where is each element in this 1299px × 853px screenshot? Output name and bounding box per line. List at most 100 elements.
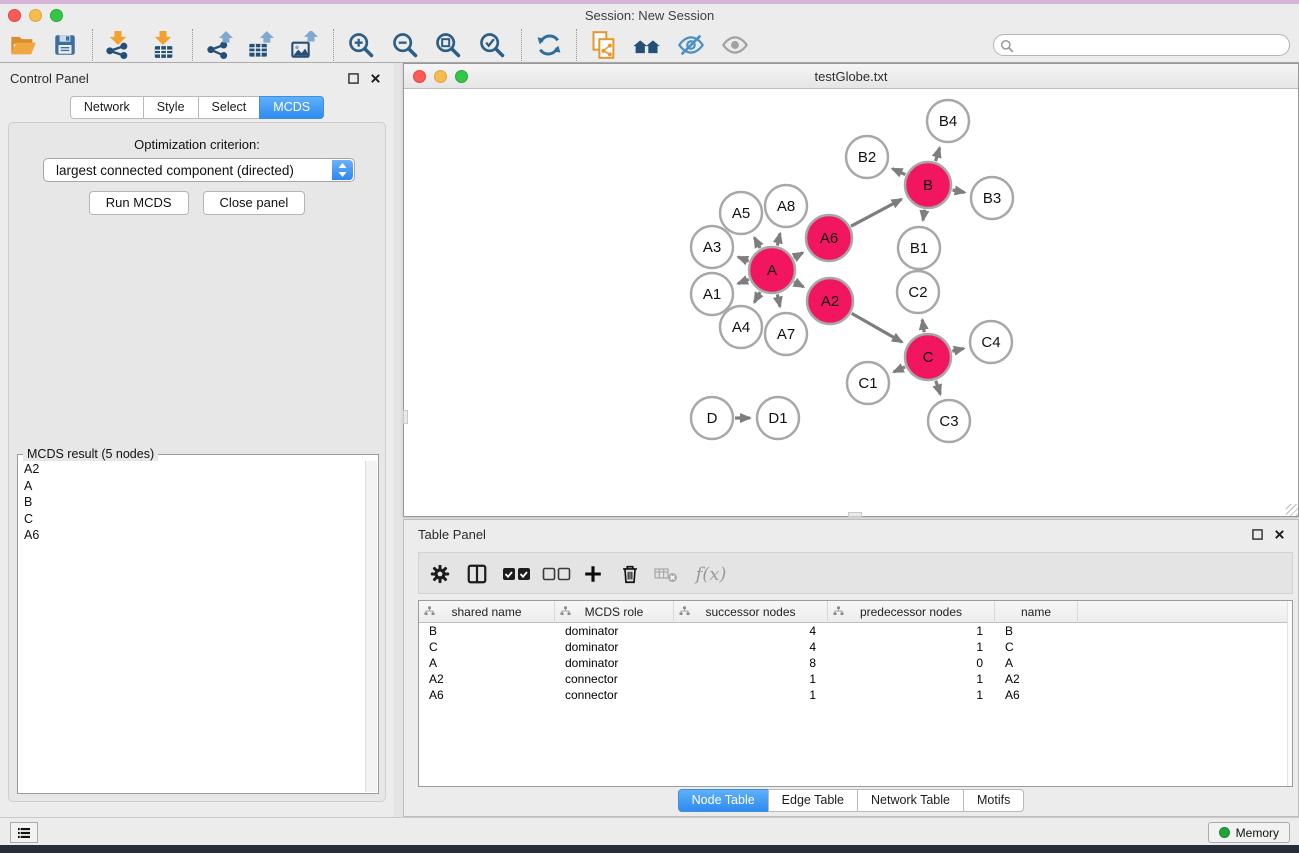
tab-node-table[interactable]: Node Table (678, 789, 769, 812)
column-header-successor-nodes[interactable]: successor nodes (674, 601, 828, 623)
float-panel-icon[interactable] (347, 72, 360, 85)
table-row[interactable]: Cdominator41C (419, 639, 1292, 655)
node-A6[interactable]: A6 (806, 215, 852, 261)
edge-A-A4[interactable] (754, 292, 760, 302)
mcds-result-item[interactable]: C (19, 511, 364, 528)
node-A5[interactable]: A5 (720, 192, 762, 234)
tab-network-table[interactable]: Network Table (857, 789, 964, 812)
deselect-all-icon[interactable] (541, 561, 573, 587)
function-builder-icon[interactable]: f(x) (691, 561, 731, 587)
node-C4[interactable]: C4 (970, 321, 1012, 363)
network-window-titlebar[interactable]: testGlobe.txt (404, 64, 1298, 89)
edge-A-A5[interactable] (754, 238, 760, 248)
split-panel-icon[interactable] (464, 561, 490, 587)
node-A1[interactable]: A1 (691, 273, 733, 315)
refresh-view-icon[interactable] (534, 30, 564, 60)
edge-C-C2[interactable] (922, 320, 924, 333)
table-row[interactable]: Bdominator41B (419, 623, 1292, 639)
node-D1[interactable]: D1 (757, 397, 799, 439)
zoom-in-icon[interactable] (346, 30, 376, 60)
search-field[interactable] (993, 34, 1290, 56)
node-D[interactable]: D (691, 397, 733, 439)
show-all-eye-icon[interactable] (720, 30, 750, 60)
edge-A-A2[interactable] (794, 282, 804, 287)
first-neighbors-icon[interactable] (631, 30, 661, 60)
zoom-out-icon[interactable] (390, 30, 420, 60)
table-settings-gear-icon[interactable] (427, 561, 453, 587)
column-header-shared-name[interactable]: shared name (419, 601, 555, 623)
tab-mcds[interactable]: MCDS (259, 96, 324, 119)
edge-A6-B[interactable] (851, 199, 902, 226)
edge-B-B1[interactable] (923, 210, 925, 221)
export-network-icon[interactable] (204, 30, 234, 60)
node-C[interactable]: C (905, 334, 951, 380)
node-B3[interactable]: B3 (971, 177, 1013, 219)
run-mcds-button[interactable]: Run MCDS (89, 191, 189, 215)
node-A7[interactable]: A7 (765, 313, 807, 355)
zoom-selected-icon[interactable] (477, 30, 507, 60)
edge-A-A1[interactable] (738, 279, 749, 283)
node-A2[interactable]: A2 (807, 278, 853, 324)
export-image-icon[interactable] (289, 30, 319, 60)
window-resize-grip[interactable] (1286, 504, 1298, 516)
edge-C-C1[interactable] (894, 367, 905, 372)
mcds-result-item[interactable]: A6 (19, 527, 364, 544)
new-network-from-selection-icon[interactable] (589, 30, 619, 60)
node-C2[interactable]: C2 (897, 271, 939, 313)
mcds-result-item[interactable]: A (19, 478, 364, 495)
select-all-icon[interactable] (501, 561, 533, 587)
tab-edge-table[interactable]: Edge Table (768, 789, 858, 812)
column-header-name[interactable]: name (995, 601, 1078, 623)
edge-A-A3[interactable] (738, 257, 749, 261)
node-A3[interactable]: A3 (691, 226, 733, 268)
mcds-result-item[interactable]: B (19, 494, 364, 511)
delete-row-trash-icon[interactable] (617, 561, 643, 587)
edge-A-A7[interactable] (777, 294, 780, 306)
mcds-result-item[interactable]: A2 (19, 461, 364, 478)
node-B2[interactable]: B2 (846, 136, 888, 178)
table-row[interactable]: A6connector11A6 (419, 687, 1292, 703)
node-B[interactable]: B (905, 162, 951, 208)
zoom-fit-icon[interactable] (433, 30, 463, 60)
node-A[interactable]: A (749, 247, 795, 293)
vertical-scroll-indicator[interactable] (403, 410, 408, 424)
table-scrollbar[interactable] (1287, 601, 1292, 786)
column-header-predecessor-nodes[interactable]: predecessor nodes (828, 601, 995, 623)
tab-motifs[interactable]: Motifs (963, 789, 1024, 812)
column-header-mcds-role[interactable]: MCDS role (555, 601, 674, 623)
task-history-button[interactable] (10, 822, 38, 843)
tab-select[interactable]: Select (198, 96, 261, 119)
export-table-icon[interactable] (246, 30, 276, 60)
table-row[interactable]: Adominator80A (419, 655, 1292, 671)
node-B1[interactable]: B1 (898, 227, 940, 269)
add-row-icon[interactable] (580, 561, 606, 587)
node-C1[interactable]: C1 (847, 362, 889, 404)
horizontal-scroll-indicator[interactable] (848, 512, 862, 517)
edge-C-C4[interactable] (952, 349, 964, 352)
edge-A-A6[interactable] (794, 253, 803, 258)
edge-C-C3[interactable] (936, 381, 941, 395)
import-network-icon[interactable] (103, 30, 133, 60)
edge-B-B3[interactable] (953, 190, 965, 192)
import-table-icon[interactable] (148, 30, 178, 60)
node-A4[interactable]: A4 (720, 306, 762, 348)
open-session-icon[interactable] (8, 30, 38, 60)
node-B4[interactable]: B4 (927, 100, 969, 142)
delete-table-icon[interactable] (653, 561, 679, 587)
edge-B-B2[interactable] (892, 169, 905, 175)
edge-B-B4[interactable] (936, 148, 940, 161)
close-table-panel-icon[interactable] (1273, 528, 1286, 541)
search-input[interactable] (1018, 36, 1283, 54)
memory-button[interactable]: Memory (1208, 822, 1290, 843)
tab-network[interactable]: Network (70, 96, 144, 119)
node-A8[interactable]: A8 (765, 185, 807, 227)
criterion-dropdown[interactable]: largest connected component (directed) (43, 158, 355, 182)
network-graph-canvas[interactable]: B4 B2 B B3 A5A8A6 B1 A3 A C2 A1 A2 A4A7 C4 C C1 D D1 C3 (404, 89, 1298, 516)
close-panel-icon[interactable] (369, 72, 382, 85)
tab-style[interactable]: Style (143, 96, 199, 119)
edge-A-A8[interactable] (777, 233, 780, 245)
mcds-list-scrollbar[interactable] (365, 461, 377, 792)
hide-selected-eye-icon[interactable] (676, 30, 706, 60)
float-table-panel-icon[interactable] (1251, 528, 1264, 541)
node-C3[interactable]: C3 (928, 400, 970, 442)
